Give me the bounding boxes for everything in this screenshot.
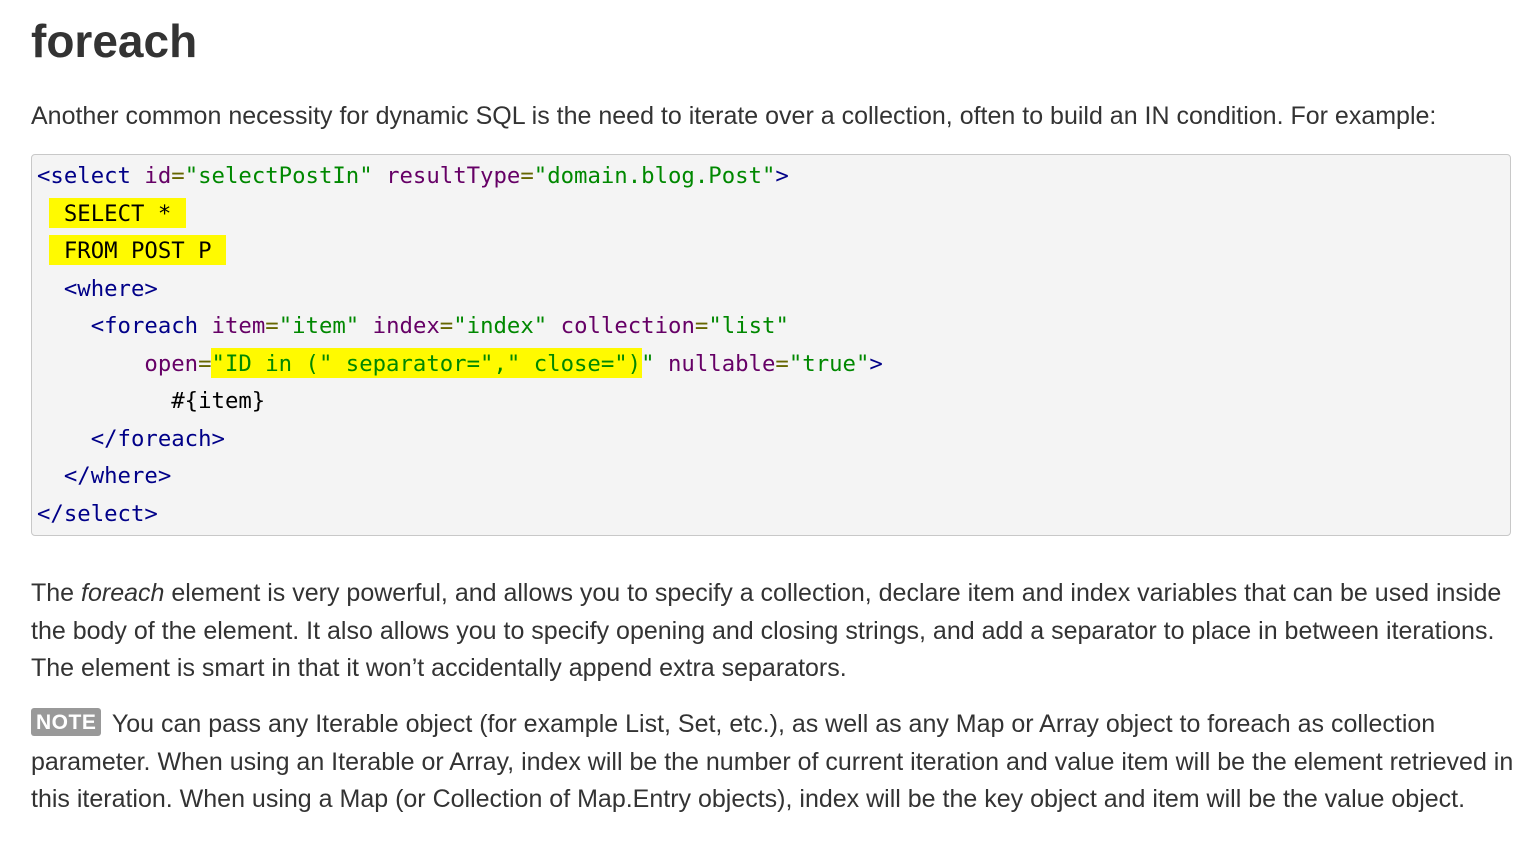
code-token: item	[211, 313, 266, 339]
code-token: index	[372, 313, 440, 339]
code-token: "item"	[278, 313, 360, 339]
code-token: SELECT *	[63, 200, 172, 227]
code-token: "domain.blog.Post"	[533, 163, 776, 189]
code-token: "index"	[453, 313, 548, 339]
code-block: <select id="selectPostIn" resultType="do…	[31, 154, 1511, 536]
code-token: "true"	[788, 350, 870, 377]
note-text: You can pass any Iterable object (for ex…	[31, 710, 1514, 813]
intro-paragraph: Another common necessity for dynamic SQL…	[31, 102, 1437, 130]
code-token: =	[198, 350, 212, 377]
code-token: >	[775, 163, 789, 189]
code-token: "ID in (" separator="," close=")	[211, 348, 642, 377]
code-line-6: open="ID in (" separator="," close=")" n…	[144, 348, 883, 377]
code-token: resultType	[386, 163, 521, 189]
code-line-9: </where>	[63, 463, 172, 489]
paragraph-text: The	[31, 579, 82, 607]
foreach-description-paragraph: The foreach element is very powerful, an…	[31, 575, 1516, 688]
code-token: "selectPostIn"	[184, 163, 373, 189]
code-token: =	[520, 163, 534, 189]
code-line-5: <foreach item="item" index="index" colle…	[90, 313, 789, 339]
code-line-7: #{item}	[171, 388, 266, 414]
code-line-8: </foreach>	[90, 425, 225, 452]
code-token: =	[171, 163, 185, 189]
note-paragraph: NOTE You can pass any Iterable object (f…	[31, 706, 1516, 819]
code-line-10: </select>	[37, 500, 158, 527]
code-line-1: <select id="selectPostIn" resultType="do…	[37, 163, 789, 189]
code-token: =	[775, 350, 789, 377]
code-token: >	[869, 350, 883, 377]
page-title: foreach	[31, 15, 198, 67]
code-token: <select	[37, 163, 131, 189]
emphasis-foreach: foreach	[81, 579, 165, 607]
code-line-2: SELECT *	[50, 198, 185, 227]
note-badge: NOTE	[31, 708, 102, 736]
code-token: nullable	[668, 350, 776, 377]
code-token: "	[641, 350, 655, 377]
code-listing: <select id="selectPostIn" resultType="do…	[37, 158, 883, 533]
paragraph-text: element is very powerful, and allows you…	[31, 579, 1502, 682]
code-token: "list"	[708, 313, 789, 339]
page: foreach Another common necessity for dyn…	[0, 0, 1521, 859]
code-token: open	[144, 350, 199, 377]
code-token: FROM POST P	[63, 238, 212, 264]
code-line-4: <where>	[63, 275, 158, 302]
code-token: <foreach	[90, 313, 199, 339]
code-token: collection	[560, 313, 695, 339]
code-line-3: FROM POST P	[50, 236, 225, 264]
code-token: id	[144, 163, 172, 189]
